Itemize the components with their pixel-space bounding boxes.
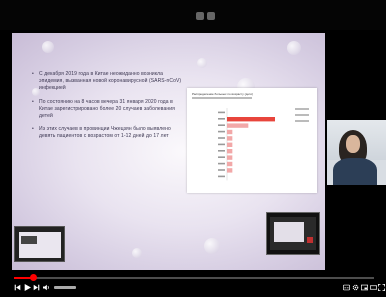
webcam-presenter [327, 120, 386, 185]
top-bar [0, 0, 386, 30]
subtitles-icon[interactable] [343, 284, 350, 294]
slide-bullet: По состоянию на 8 часов вечера 31 января… [32, 99, 182, 121]
chart-bar [227, 136, 233, 141]
chart-bar [227, 161, 233, 167]
chart-category-label [218, 175, 225, 178]
chart-bar [227, 142, 233, 147]
chart-category-label [218, 130, 225, 133]
miniplayer-icon[interactable] [361, 284, 368, 294]
chart-category-label [218, 111, 225, 114]
bubble-decoration [42, 41, 54, 53]
thumbnail-marker [307, 237, 313, 243]
thumbnail-right[interactable] [266, 212, 320, 255]
chart-bar [227, 129, 233, 135]
play-icon[interactable] [24, 284, 31, 294]
slide-bullet: Из этих случаев в провинции Чжецзян было… [32, 126, 182, 140]
bar-chart [218, 108, 275, 181]
view-grid-icon[interactable] [196, 12, 204, 20]
chart-category-label [218, 137, 225, 139]
chart-category-label [218, 162, 225, 165]
chart-bar [227, 123, 249, 128]
chart-bar [227, 149, 233, 154]
presenter-face [346, 135, 360, 153]
bubble-decoration [204, 238, 220, 254]
presenter-body [333, 158, 377, 185]
chart-bar [227, 117, 275, 122]
chart-category-label [218, 118, 225, 120]
fullscreen-icon[interactable] [377, 283, 386, 294]
chart-bar [227, 168, 233, 173]
progress-bar[interactable] [14, 274, 374, 281]
view-toggle-icon[interactable] [207, 12, 215, 20]
time-display [54, 285, 76, 293]
player-controls [0, 282, 386, 297]
bubble-decoration [287, 41, 301, 55]
volume-icon[interactable] [43, 284, 50, 294]
chart-category-label [218, 169, 225, 171]
previous-icon[interactable] [14, 284, 21, 294]
slide-chart-panel: Распределение больных по возрасту (дети) [187, 88, 317, 193]
chart-category-label [218, 143, 225, 146]
chart-category-label [218, 124, 225, 126]
chart-bar [227, 155, 233, 160]
progress-scrubber[interactable] [30, 274, 38, 281]
next-icon[interactable] [33, 284, 40, 294]
chart-category-label [218, 156, 225, 158]
slide-bullet: С декабря 2019 года в Китае неожиданно в… [32, 71, 182, 93]
slide-bullet-list: С декабря 2019 года в Китае неожиданно в… [32, 71, 182, 147]
chart-category-label [218, 150, 225, 152]
bubble-decoration [132, 248, 142, 258]
thumbnail-content [274, 222, 304, 242]
thumbnail-content [21, 236, 37, 244]
theater-icon[interactable] [370, 284, 377, 294]
settings-icon[interactable] [352, 284, 359, 294]
bubble-decoration [197, 58, 207, 68]
thumbnail-left[interactable] [14, 226, 65, 262]
